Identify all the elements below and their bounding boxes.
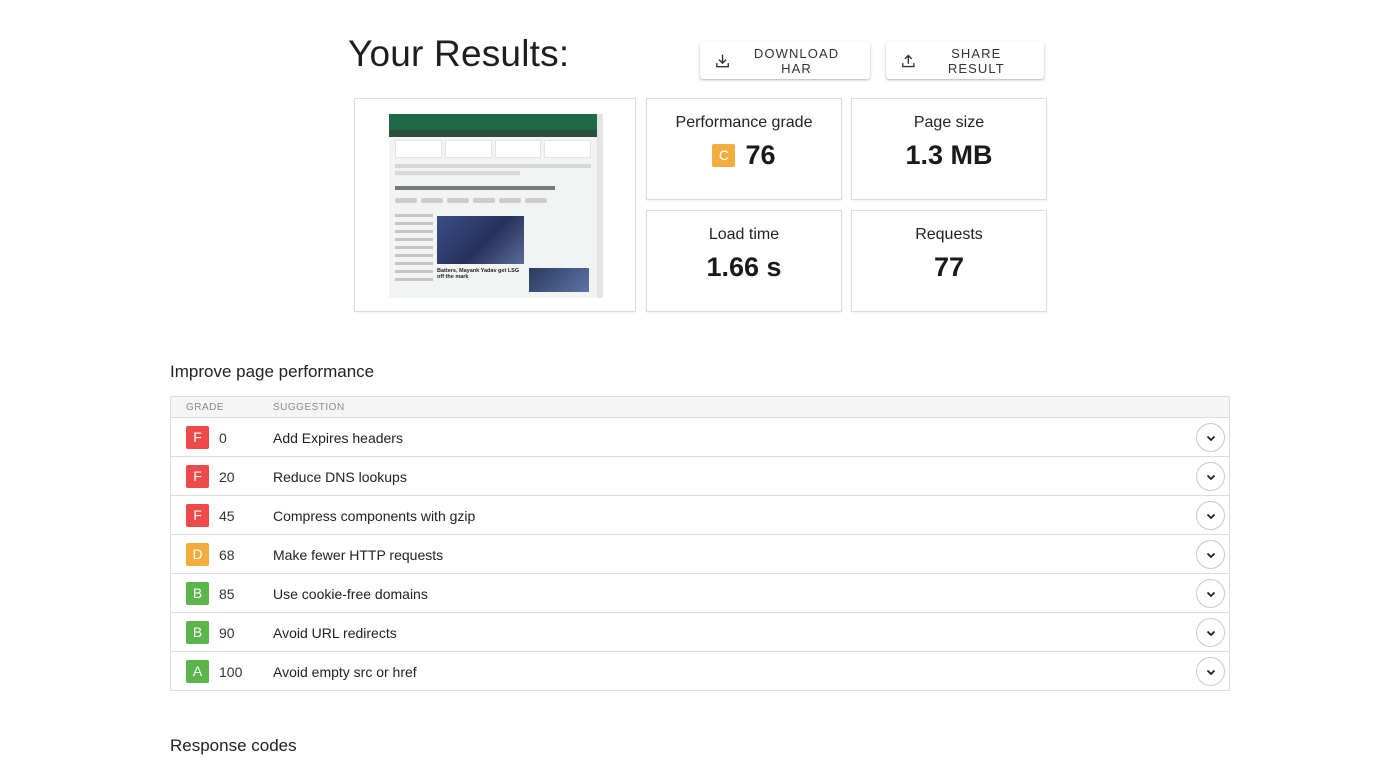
grade-score: 100 [219, 664, 243, 680]
table-row[interactable]: A 100 Avoid empty src or href [171, 652, 1229, 691]
thumbnail-headline: Batters, Mayank Yadav get LSG off the ma… [437, 268, 520, 280]
grade-badge: B [186, 582, 209, 605]
grade-score: 85 [219, 586, 235, 602]
chevron-down-icon [1206, 669, 1215, 675]
grade-badge: A [186, 660, 209, 683]
suggestion-text: Compress components with gzip [273, 508, 476, 524]
grade-score: 20 [219, 469, 235, 485]
suggestions-table: GRADE SUGGESTION F 0 Add Expires headers F 2… [170, 396, 1230, 691]
table-row[interactable]: D 68 Make fewer HTTP requests [171, 535, 1229, 574]
share-icon [902, 53, 915, 67]
grade-badge: F [186, 465, 209, 488]
suggestion-text: Avoid URL redirects [273, 625, 397, 641]
performance-grade-label: Performance grade [675, 114, 813, 131]
column-header-suggestion: SUGGESTION [273, 402, 345, 413]
grade-badge: F [186, 504, 209, 527]
table-row[interactable]: F 45 Compress components with gzip [171, 496, 1229, 535]
grade-score: 90 [219, 625, 235, 641]
table-row[interactable]: F 20 Reduce DNS lookups [171, 457, 1229, 496]
suggestion-text: Use cookie-free domains [273, 586, 428, 602]
column-header-grade: GRADE [186, 402, 225, 413]
response-codes-title: Response codes [170, 736, 297, 755]
share-result-label: SHARE RESULT [947, 45, 1005, 76]
grade-score: 68 [219, 547, 235, 563]
page-size-value: 1.3 MB [905, 140, 993, 170]
page-size-label: Page size [913, 114, 985, 131]
download-icon [716, 54, 729, 67]
download-har-button[interactable]: DOWNLOAD HAR [700, 42, 870, 79]
chevron-down-icon [1206, 435, 1215, 441]
suggestion-text: Avoid empty src or href [273, 664, 417, 680]
suggestion-text: Add Expires headers [273, 430, 403, 446]
load-time-card: Load time 1.66 s [646, 210, 842, 312]
expand-row-button[interactable] [1196, 423, 1225, 452]
expand-row-button[interactable] [1196, 501, 1225, 530]
expand-row-button[interactable] [1196, 540, 1225, 569]
download-har-label: DOWNLOAD HAR [753, 45, 840, 76]
table-row[interactable]: B 85 Use cookie-free domains [171, 574, 1229, 613]
requests-value: 77 [933, 252, 965, 282]
table-row[interactable]: F 0 Add Expires headers [171, 418, 1229, 457]
load-time-value: 1.66 s [706, 252, 782, 282]
chevron-down-icon [1206, 630, 1215, 636]
page-size-card: Page size 1.3 MB [851, 98, 1047, 200]
requests-card: Requests 77 [851, 210, 1047, 312]
page-title: Your Results: [348, 33, 570, 74]
expand-row-button[interactable] [1196, 657, 1225, 686]
expand-row-button[interactable] [1196, 618, 1225, 647]
chevron-down-icon [1206, 552, 1215, 558]
requests-label: Requests [915, 226, 983, 243]
chevron-down-icon [1206, 591, 1215, 597]
performance-grade-badge: C [712, 144, 736, 167]
expand-row-button[interactable] [1196, 579, 1225, 608]
expand-row-button[interactable] [1196, 462, 1225, 491]
performance-grade-card: Performance grade C 76 [646, 98, 842, 200]
share-result-button[interactable]: SHARE RESULT [886, 42, 1044, 79]
grade-badge: B [186, 621, 209, 644]
table-row[interactable]: B 90 Avoid URL redirects [171, 613, 1229, 652]
page-screenshot-card: Batters, Mayank Yadav get LSG off the ma… [354, 98, 636, 312]
grade-score: 45 [219, 508, 235, 524]
table-header: GRADE SUGGESTION [171, 397, 1229, 418]
grade-badge: F [186, 426, 209, 449]
suggestion-text: Reduce DNS lookups [273, 469, 407, 485]
chevron-down-icon [1206, 513, 1215, 519]
page-screenshot-thumbnail: Batters, Mayank Yadav get LSG off the ma… [389, 114, 603, 298]
suggestion-text: Make fewer HTTP requests [273, 547, 444, 563]
improve-section-title: Improve page performance [170, 362, 375, 381]
grade-score: 0 [219, 430, 227, 446]
performance-grade-value: 76 [745, 140, 776, 170]
grade-badge: D [186, 543, 209, 566]
chevron-down-icon [1206, 474, 1215, 480]
load-time-label: Load time [708, 226, 780, 243]
